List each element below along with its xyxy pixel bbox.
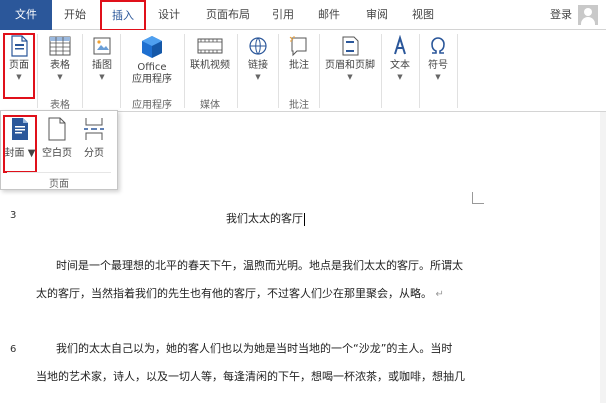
group-divider (278, 34, 279, 108)
page-break-icon (84, 118, 104, 140)
paragraph-2-cont[interactable]: 当地的艺术家，诗人，以及一切人等，每逢清闲的下午，想喝一杯浓茶，或咖啡，想抽几 (36, 363, 476, 391)
cover-page-button[interactable]: 封面 ▼ (3, 115, 37, 173)
tab-file[interactable]: 文件 (0, 0, 52, 30)
links-button[interactable]: 链接 ▼ (241, 33, 275, 99)
table-button[interactable]: 表格 ▼ (42, 33, 78, 99)
omega-icon (431, 37, 445, 54)
group-label-comments: 批注 (289, 100, 309, 111)
document-title-text: 我们太太的客厅 (226, 212, 303, 225)
comment-icon (289, 36, 307, 57)
pages-dropdown-panel: 封面 ▼ 空白页 分页 页面 (0, 110, 118, 190)
tab-view[interactable]: 视图 (406, 0, 440, 30)
symbols-label: 符号 (428, 60, 448, 71)
chevron-down-icon: ▼ (435, 73, 441, 81)
ribbon-insert: 页面 ▼ 表格 ▼ 表格 插图 ▼ Office 应用程序 应用程序 联机视频 … (0, 30, 606, 112)
line-number: 3 (10, 210, 17, 221)
comment-button[interactable]: 批注 (282, 33, 316, 99)
page-break-label: 分页 (84, 148, 104, 159)
divider (7, 172, 111, 173)
paragraph-mark-icon: ↵ (435, 289, 444, 300)
group-divider (457, 34, 458, 108)
table-label: 表格 (50, 60, 70, 71)
group-label-media: 媒体 (200, 100, 220, 111)
online-video-label: 联机视频 (190, 60, 230, 71)
paragraph-2[interactable]: 我们的太太自己以为，她的客人们也以为她是当时当地的一个“沙龙”的主人。当时 (56, 335, 496, 363)
text-button[interactable]: 文本 ▼ (384, 33, 416, 99)
comment-label: 批注 (289, 60, 309, 71)
tab-references[interactable]: 引用 (266, 0, 300, 30)
paragraph-line: 太的客厅，当然指着我们的先生也有他的客厅，不过客人们少在那里聚会，从略。 ↵ (36, 280, 476, 309)
symbols-button[interactable]: 符号 ▼ (422, 33, 454, 99)
document-title[interactable]: 我们太太的客厅 (226, 210, 305, 226)
chevron-down-icon: ▼ (16, 73, 22, 81)
group-divider (237, 34, 238, 108)
illustrations-button[interactable]: 插图 ▼ (86, 33, 118, 99)
vertical-scrollbar[interactable] (600, 112, 606, 403)
group-label-tables: 表格 (50, 100, 70, 111)
text-a-icon (394, 35, 406, 55)
illustrations-label: 插图 (92, 60, 112, 71)
group-divider (184, 34, 185, 108)
chevron-down-icon: ▼ (27, 148, 36, 159)
text-cursor (304, 212, 305, 226)
chevron-down-icon: ▼ (347, 73, 353, 81)
group-divider (419, 34, 420, 108)
tab-design[interactable]: 设计 (150, 0, 188, 30)
pages-label: 页面 (9, 60, 29, 71)
office-label-line2: 应用程序 (132, 74, 172, 85)
chevron-down-icon: ▼ (397, 73, 403, 81)
picture-shapes-icon (93, 37, 111, 55)
office-apps-button[interactable]: Office 应用程序 (124, 33, 180, 99)
margin-corner-mark (472, 192, 484, 204)
paragraph-line: 时间是一个最理想的北平的春天下午，温煦而光明。地点是我们太太的客厅。所谓太 (56, 259, 463, 272)
paragraph-line: 当地的艺术家，诗人，以及一切人等，每逢清闲的下午，想喝一杯浓茶，或咖啡，想抽几 (36, 370, 465, 383)
tab-home[interactable]: 开始 (56, 0, 94, 30)
cover-page-icon (12, 118, 28, 140)
online-video-button[interactable]: 联机视频 (187, 33, 233, 99)
chevron-down-icon: ▼ (99, 73, 105, 81)
blank-page-label: 空白页 (42, 148, 72, 159)
login-link[interactable]: 登录 (550, 0, 572, 30)
text-label: 文本 (390, 60, 410, 71)
group-divider (120, 34, 121, 108)
blank-page-button[interactable]: 空白页 (39, 115, 75, 173)
header-footer-icon (342, 36, 359, 56)
group-label-pages: 页面 (49, 179, 69, 190)
group-divider (82, 34, 83, 108)
globe-link-icon (249, 37, 267, 55)
ribbon-tab-bar: 文件 开始 插入 设计 页面布局 引用 邮件 审阅 视图 登录 (0, 0, 606, 31)
links-label: 链接 (248, 60, 268, 71)
office-label-line1: Office (137, 62, 167, 73)
film-icon (197, 38, 223, 54)
blank-page-icon (48, 117, 66, 141)
tab-mailings[interactable]: 邮件 (312, 0, 346, 30)
pages-button[interactable]: 页面 ▼ (3, 33, 35, 99)
header-footer-label: 页眉和页脚 (325, 60, 375, 71)
group-divider (319, 34, 320, 108)
office-store-icon (142, 36, 162, 58)
paragraph-line-text: 太的客厅，当然指着我们的先生也有他的客厅，不过客人们少在那里聚会，从略。 (36, 287, 432, 300)
cover-page-label: 封面 (4, 148, 25, 159)
header-footer-button[interactable]: 页眉和页脚 ▼ (322, 33, 378, 99)
table-icon (49, 36, 71, 56)
page-break-button[interactable]: 分页 (77, 115, 111, 173)
chevron-down-icon: ▼ (57, 73, 63, 81)
group-label-apps: 应用程序 (132, 100, 172, 111)
line-number: 6 (10, 344, 17, 355)
paragraph-1-cont[interactable]: 太的客厅，当然指着我们的先生也有他的客厅，不过客人们少在那里聚会，从略。 ↵ (36, 280, 476, 309)
paragraph-line: 我们的太太自己以为，她的客人们也以为她是当时当地的一个“沙龙”的主人。当时 (56, 342, 453, 355)
group-divider (37, 34, 38, 108)
tab-insert[interactable]: 插入 (100, 0, 146, 31)
paragraph-1[interactable]: 时间是一个最理想的北平的春天下午，温煦而光明。地点是我们太太的客厅。所谓太 (56, 252, 496, 280)
group-divider (381, 34, 382, 108)
tab-review[interactable]: 审阅 (358, 0, 396, 30)
avatar[interactable] (578, 5, 598, 25)
chevron-down-icon: ▼ (255, 73, 261, 81)
page-icon (11, 35, 28, 57)
tab-page-layout[interactable]: 页面布局 (198, 0, 258, 30)
